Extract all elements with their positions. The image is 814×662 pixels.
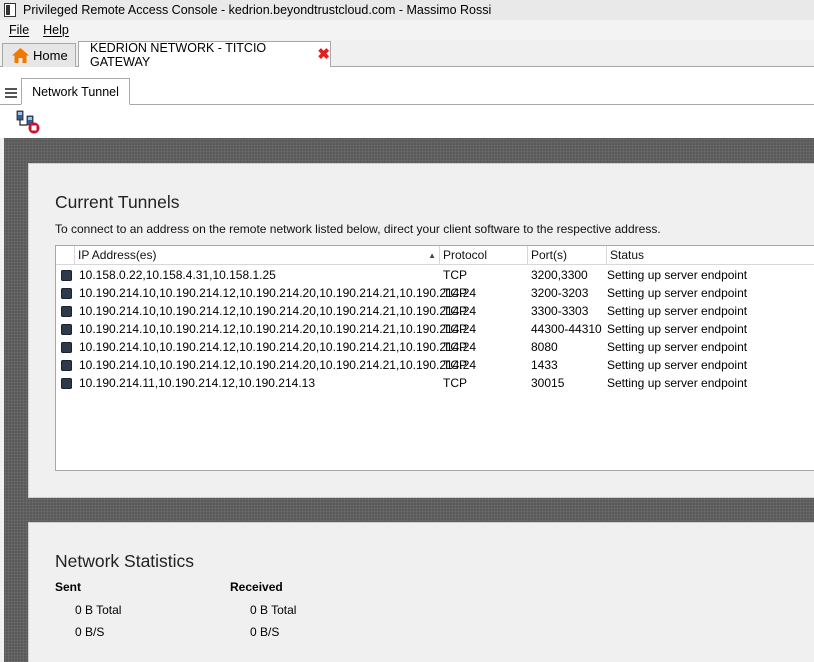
received-total: 0 B Total — [250, 603, 297, 617]
close-tab-icon[interactable]: ✖ — [317, 47, 330, 62]
tunnels-description: To connect to an address on the remote n… — [55, 222, 661, 236]
cell-protocol: TCP — [443, 268, 467, 282]
cell-ip: 10.190.214.10,10.190.214.12,10.190.214.2… — [79, 322, 477, 336]
cell-ip: 10.158.0.22,10.158.4.31,10.158.1.25 — [79, 268, 276, 282]
cell-status: Setting up server endpoint — [607, 358, 748, 372]
tab-network-tunnel[interactable]: Network Tunnel — [21, 78, 130, 105]
header-ports[interactable]: Port(s) — [528, 246, 607, 265]
tab-home[interactable]: Home — [2, 43, 76, 67]
network-statistics-panel — [28, 522, 814, 662]
cell-ports: 44300-44310 — [531, 322, 602, 336]
menu-help[interactable]: Help — [43, 23, 69, 37]
tool-tab-bar: Network Tunnel — [0, 67, 814, 105]
cell-protocol: TCP — [443, 340, 467, 354]
cell-ports: 3200-3203 — [531, 286, 589, 300]
cell-status: Setting up server endpoint — [607, 340, 748, 354]
tunnels-table-header: IP Address(es) ▲ Protocol Port(s) Status — [56, 246, 814, 265]
sent-label: Sent — [55, 580, 82, 594]
table-row[interactable]: 10.190.214.10,10.190.214.12,10.190.214.2… — [56, 338, 814, 356]
cell-status: Setting up server endpoint — [607, 286, 748, 300]
sort-ascending-icon: ▲ — [428, 251, 436, 260]
table-row[interactable]: 10.190.214.10,10.190.214.12,10.190.214.2… — [56, 356, 814, 374]
home-icon — [12, 48, 29, 63]
tab-session-kedrion[interactable]: KEDRION NETWORK - TITCIO GATEWAY ✖ — [78, 40, 331, 69]
table-row[interactable]: 10.158.0.22,10.158.4.31,10.158.1.25 TCP 32… — [56, 266, 814, 284]
cell-ports: 3300-3303 — [531, 304, 589, 318]
table-row[interactable]: 10.190.214.11,10.190.214.12,10.190.214.1… — [56, 374, 814, 392]
tunnel-row-icon — [61, 324, 72, 335]
network-statistics-heading: Network Statistics — [55, 551, 195, 571]
hamburger-icon[interactable] — [5, 88, 17, 99]
cell-ports: 3200,3300 — [531, 268, 588, 282]
received-label: Received — [230, 580, 283, 594]
toolbar — [0, 105, 814, 138]
header-protocol[interactable]: Protocol — [440, 246, 528, 265]
tunnel-row-icon — [61, 288, 72, 299]
cell-ports: 1433 — [531, 358, 558, 372]
table-row[interactable]: 10.190.214.10,10.190.214.12,10.190.214.2… — [56, 284, 814, 302]
cell-status: Setting up server endpoint — [607, 376, 748, 390]
sent-rate: 0 B/S — [75, 625, 105, 639]
cell-protocol: TCP — [443, 286, 467, 300]
cell-protocol: TCP — [443, 322, 467, 336]
tab-session-label: KEDRION NETWORK - TITCIO GATEWAY — [90, 40, 267, 69]
tunnel-row-icon — [61, 306, 72, 317]
menu-bar: File Help — [0, 20, 814, 40]
received-rate: 0 B/S — [250, 625, 280, 639]
tunnel-row-icon — [61, 378, 72, 389]
tunnel-row-icon — [61, 360, 72, 371]
app-window-icon — [4, 3, 16, 17]
stop-tunnel-icon[interactable] — [15, 109, 41, 135]
cell-ip: 10.190.214.10,10.190.214.12,10.190.214.2… — [79, 286, 477, 300]
tunnels-table[interactable]: IP Address(es) ▲ Protocol Port(s) Status… — [55, 245, 814, 471]
tunnel-row-icon — [61, 342, 72, 353]
sent-total: 0 B Total — [75, 603, 122, 617]
window-title: Privileged Remote Access Console - kedri… — [23, 3, 492, 17]
window-title-bar: Privileged Remote Access Console - kedri… — [0, 0, 814, 20]
cell-protocol: TCP — [443, 358, 467, 372]
cell-ip: 10.190.214.10,10.190.214.12,10.190.214.2… — [79, 304, 477, 318]
cell-ports: 8080 — [531, 340, 558, 354]
cell-ip: 10.190.214.10,10.190.214.12,10.190.214.2… — [79, 340, 477, 354]
cell-ports: 30015 — [531, 376, 565, 390]
cell-protocol: TCP — [443, 376, 467, 390]
header-ip-label: IP Address(es) — [78, 248, 157, 262]
cell-status: Setting up server endpoint — [607, 304, 748, 318]
tunnel-row-icon — [61, 270, 72, 281]
cell-ip: 10.190.214.10,10.190.214.12,10.190.214.2… — [79, 358, 477, 372]
table-row[interactable]: 10.190.214.10,10.190.214.12,10.190.214.2… — [56, 302, 814, 320]
current-tunnels-heading: Current Tunnels — [55, 192, 180, 212]
cell-ip: 10.190.214.11,10.190.214.12,10.190.214.1… — [79, 376, 315, 390]
cell-status: Setting up server endpoint — [607, 322, 748, 336]
menu-file[interactable]: File — [9, 23, 29, 37]
cell-status: Setting up server endpoint — [607, 268, 748, 282]
header-status[interactable]: Status — [607, 246, 814, 265]
header-ip-addresses[interactable]: IP Address(es) ▲ — [75, 246, 440, 265]
cell-protocol: TCP — [443, 304, 467, 318]
tab-home-label: Home — [33, 48, 68, 63]
table-row[interactable]: 10.190.214.10,10.190.214.12,10.190.214.2… — [56, 320, 814, 338]
session-tab-bar: Home KEDRION NETWORK - TITCIO GATEWAY ✖ — [0, 40, 814, 69]
header-icon-column — [56, 246, 75, 265]
